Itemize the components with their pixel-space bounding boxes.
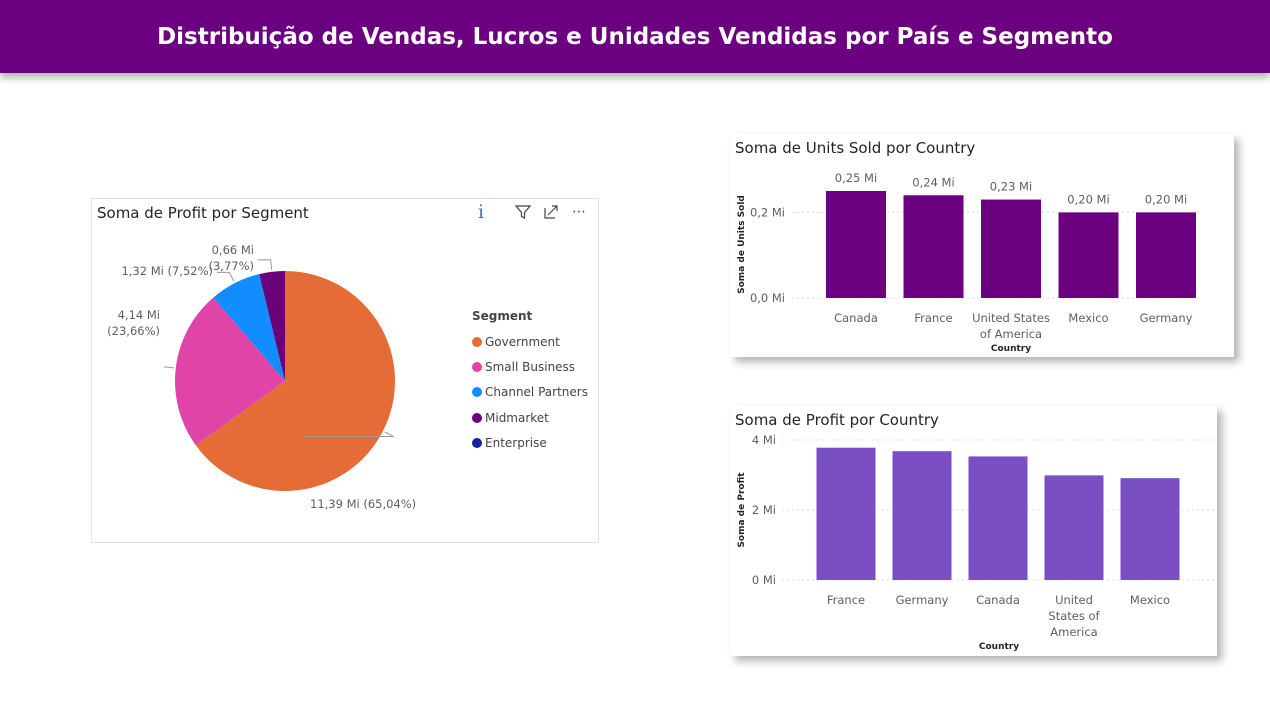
y-tick-label: 0,2 Mi [750, 205, 785, 219]
legend-label: Small Business [485, 359, 576, 374]
report-title: Distribuição de Vendas, Lucros e Unidade… [157, 23, 1113, 50]
pie-leader-line [217, 271, 235, 282]
legend-item[interactable]: Channel Partners [472, 380, 588, 405]
pie-leader-line [163, 366, 174, 369]
x-tick-label: United States [972, 311, 1050, 325]
x-tick-label: America [1050, 625, 1097, 639]
units-by-country-card[interactable]: Soma de Units Sold por Country 0,0 Mi 0,2… [730, 134, 1234, 357]
x-tick-label: of America [980, 327, 1042, 341]
y-axis-title: Soma de Profit [737, 472, 747, 548]
profit-bar-chart: 0 Mi 2 Mi 4 Mi Soma de Profit France Germany C… [737, 433, 1214, 652]
pie-data-label: (23,66%) [107, 324, 160, 338]
pie-legend: Segment Government Small Business Channel … [472, 309, 588, 455]
y-tick-label: 0 Mi [752, 573, 776, 587]
bar-mexico[interactable] [1120, 478, 1180, 580]
legend-marker [472, 361, 482, 372]
x-tick-label: Germany [896, 593, 949, 607]
legend-label: Enterprise [485, 435, 547, 450]
pie-data-label: 1,32 Mi (7,52%) [121, 264, 213, 278]
bar-germany[interactable] [1136, 212, 1196, 298]
profit-by-country-card[interactable]: Soma de Profit por Country 0 Mi 2 Mi 4 Mi S… [730, 406, 1217, 656]
bar-france[interactable] [816, 447, 876, 580]
legend-item[interactable]: Small Business [472, 354, 588, 379]
x-tick-label: Mexico [1068, 311, 1108, 325]
legend-label: Midmarket [485, 410, 549, 425]
profit-by-segment-card[interactable]: Soma de Profit por Segment i ⋯ 11,39 Mi … [91, 198, 599, 543]
x-tick-label: Mexico [1130, 593, 1170, 607]
units-bar-chart: 0,0 Mi 0,2 MiSoma de Units Sold 0,25 Mi Can… [737, 171, 1200, 354]
bar-canada[interactable] [968, 456, 1028, 580]
bar-data-label: 0,25 Mi [835, 171, 877, 185]
legend-marker [472, 412, 482, 423]
pie-data-label: 4,14 Mi [118, 308, 160, 322]
y-tick-label: 0,0 Mi [750, 291, 785, 305]
legend-item[interactable]: Enterprise [472, 430, 588, 455]
legend-marker [472, 336, 482, 347]
x-tick-label: Germany [1140, 311, 1193, 325]
bar-canada[interactable] [826, 191, 886, 298]
pie-leader-line [258, 259, 273, 270]
bar-data-label: 0,20 Mi [1145, 192, 1187, 206]
pie-data-label: (3,77%) [208, 259, 254, 273]
x-tick-label: United [1055, 593, 1093, 607]
legend-title: Segment [472, 309, 533, 323]
x-tick-label: States of [1048, 609, 1100, 623]
x-tick-label: France [914, 311, 952, 325]
legend-label: Channel Partners [485, 385, 588, 400]
legend-item[interactable]: Government [472, 329, 588, 354]
legend-item[interactable]: Midmarket [472, 405, 588, 430]
bar-germany[interactable] [892, 451, 952, 580]
legend-label: Government [485, 334, 560, 349]
bar-data-label: 0,23 Mi [990, 180, 1032, 194]
y-axis-title: Soma de Units Sold [737, 195, 747, 294]
bar-mexico[interactable] [1058, 212, 1119, 298]
pie-data-label: 0,66 Mi [212, 243, 254, 257]
x-tick-label: Canada [834, 311, 878, 325]
x-axis-title: Country [979, 642, 1019, 652]
bar-united-states-of-america[interactable] [1044, 475, 1104, 580]
bar-data-label: 0,24 Mi [912, 175, 954, 189]
y-tick-label: 4 Mi [752, 433, 776, 447]
bar-data-label: 0,20 Mi [1067, 192, 1109, 206]
bar-france[interactable] [903, 195, 964, 298]
x-axis-title: Country [991, 344, 1031, 354]
bar-united-states-of-america[interactable] [981, 199, 1041, 298]
legend-marker [472, 437, 482, 448]
report-header: Distribuição de Vendas, Lucros e Unidade… [0, 0, 1270, 73]
x-tick-label: Canada [976, 593, 1020, 607]
pie-data-label: 11,39 Mi (65,04%) [310, 497, 416, 511]
legend-marker [472, 387, 482, 398]
y-tick-label: 2 Mi [752, 503, 776, 517]
x-tick-label: France [827, 593, 865, 607]
